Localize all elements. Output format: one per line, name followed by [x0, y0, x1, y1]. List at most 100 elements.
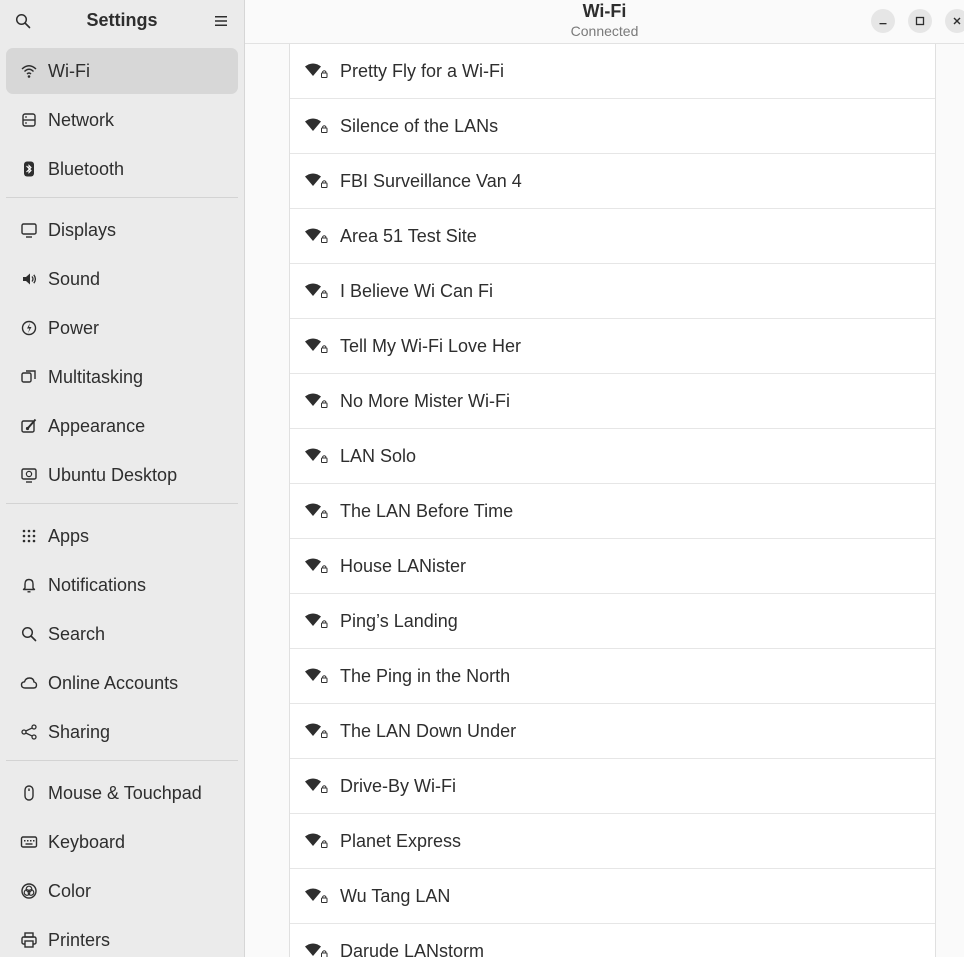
multitasking-icon: [20, 368, 38, 386]
sidebar-item-label: Keyboard: [48, 831, 126, 852]
wifi-secure-signal-icon: [304, 942, 330, 957]
wifi-network-row[interactable]: The LAN Before Time: [290, 484, 935, 539]
close-icon: [953, 17, 961, 25]
wifi-network-name: Darude LANstorm: [340, 940, 485, 957]
sidebar-item-label: Color: [48, 880, 92, 901]
wifi-network-row[interactable]: FBI Surveillance Van 4: [290, 154, 935, 209]
wifi-secure-signal-icon: [304, 722, 330, 740]
wifi-secure-signal-icon: [304, 557, 330, 575]
sidebar-item-color[interactable]: Color: [6, 868, 238, 914]
page-title: Wi-Fi: [582, 1, 627, 21]
wifi-network-row[interactable]: LAN Solo: [290, 429, 935, 484]
sidebar-header: Settings: [0, 0, 244, 40]
wifi-network-name: Drive-By Wi-Fi: [340, 775, 456, 796]
wifi-network-row[interactable]: Planet Express: [290, 814, 935, 869]
apps-icon: [20, 527, 38, 545]
wifi-network-row[interactable]: I Believe Wi Can Fi: [290, 264, 935, 319]
sidebar-item-label: Appearance: [48, 415, 146, 436]
wifi-network-row[interactable]: Wu Tang LAN: [290, 869, 935, 924]
sidebar-item-sound[interactable]: Sound: [6, 256, 238, 302]
wifi-network-row[interactable]: Ping’s Landing: [290, 594, 935, 649]
main-panel: Wi-Fi Connected Pretty Fly for a Wi-Fi S…: [245, 0, 964, 957]
mouse-icon: [20, 784, 38, 802]
sidebar-item-apps[interactable]: Apps: [6, 513, 238, 559]
sidebar-separator: [6, 503, 238, 504]
wifi-network-row[interactable]: No More Mister Wi-Fi: [290, 374, 935, 429]
sidebar-separator: [6, 197, 238, 198]
sidebar-item-keyboard[interactable]: Keyboard: [6, 819, 238, 865]
share-icon: [20, 723, 38, 741]
sidebar-item-label: Network: [48, 109, 115, 130]
wifi-network-row[interactable]: Area 51 Test Site: [290, 209, 935, 264]
sidebar-item-multitasking[interactable]: Multitasking: [6, 354, 238, 400]
sidebar-item-bluetooth[interactable]: Bluetooth: [6, 146, 238, 192]
wifi-network-row[interactable]: Tell My Wi-Fi Love Her: [290, 319, 935, 374]
wifi-network-name: I Believe Wi Can Fi: [340, 280, 494, 301]
sidebar-item-search[interactable]: Search: [6, 611, 238, 657]
appearance-icon: [20, 417, 38, 435]
sidebar-item-network[interactable]: Network: [6, 97, 238, 143]
sidebar-item-appearance[interactable]: Appearance: [6, 403, 238, 449]
sidebar-item-label: Online Accounts: [48, 672, 179, 693]
sidebar-item-label: Printers: [48, 929, 111, 950]
wifi-secure-signal-icon: [304, 392, 330, 410]
wifi-secure-signal-icon: [304, 612, 330, 630]
minimize-button[interactable]: [871, 9, 895, 33]
sidebar-item-wi-fi[interactable]: Wi-Fi: [6, 48, 238, 94]
sound-icon: [20, 270, 38, 288]
hamburger-menu-icon: [215, 16, 227, 26]
wifi-network-name: House LANister: [340, 555, 467, 576]
sidebar-item-mouse-and-touchpad[interactable]: Mouse & Touchpad: [6, 770, 238, 816]
wifi-secure-signal-icon: [304, 447, 330, 465]
wifi-network-row[interactable]: House LANister: [290, 539, 935, 594]
ubuntu-desktop-icon: [20, 466, 38, 484]
wifi-network-name: The LAN Before Time: [340, 500, 514, 521]
wifi-network-name: Wu Tang LAN: [340, 885, 451, 906]
sidebar-item-online-accounts[interactable]: Online Accounts: [6, 660, 238, 706]
header-bar: Wi-Fi Connected: [245, 0, 964, 44]
sidebar-item-label: Power: [48, 317, 100, 338]
sidebar-item-notifications[interactable]: Notifications: [6, 562, 238, 608]
wifi-network-name: No More Mister Wi-Fi: [340, 390, 510, 411]
main-menu-button[interactable]: [210, 10, 232, 32]
page-subtitle: Connected: [570, 23, 639, 39]
sidebar-item-printers[interactable]: Printers: [6, 917, 238, 957]
display-icon: [20, 221, 38, 239]
sidebar-item-label: Notifications: [48, 574, 147, 595]
color-icon: [20, 882, 38, 900]
maximize-icon: [915, 16, 925, 26]
sidebar-item-sharing[interactable]: Sharing: [6, 709, 238, 755]
wifi-network-name: Silence of the LANs: [340, 115, 499, 136]
sidebar-item-displays[interactable]: Displays: [6, 207, 238, 253]
wifi-network-row[interactable]: Pretty Fly for a Wi-Fi: [290, 44, 935, 99]
wifi-network-row[interactable]: Darude LANstorm: [290, 924, 935, 957]
minimize-icon: [879, 23, 887, 25]
wifi-secure-signal-icon: [304, 777, 330, 795]
wifi-icon: [20, 62, 38, 80]
sidebar-item-power[interactable]: Power: [6, 305, 238, 351]
wifi-network-row[interactable]: The LAN Down Under: [290, 704, 935, 759]
wifi-network-row[interactable]: The Ping in the North: [290, 649, 935, 704]
wifi-network-row[interactable]: Silence of the LANs: [290, 99, 935, 154]
wifi-network-name: LAN Solo: [340, 445, 417, 466]
bell-icon: [20, 576, 38, 594]
wifi-secure-signal-icon: [304, 282, 330, 300]
sidebar-item-label: Multitasking: [48, 366, 144, 387]
close-button[interactable]: [945, 9, 964, 33]
wifi-secure-signal-icon: [304, 172, 330, 190]
sidebar-item-label: Wi-Fi: [48, 60, 90, 81]
sidebar-item-label: Ubuntu Desktop: [48, 464, 178, 485]
sidebar-item-label: Mouse & Touchpad: [48, 782, 202, 803]
sidebar: Settings Wi-Fi Network Bluetooth Displays So…: [0, 0, 245, 957]
wifi-network-row[interactable]: Drive-By Wi-Fi: [290, 759, 935, 814]
search-icon: [20, 625, 38, 643]
power-icon: [20, 319, 38, 337]
sidebar-item-ubuntu-desktop[interactable]: Ubuntu Desktop: [6, 452, 238, 498]
search-button[interactable]: [12, 10, 34, 32]
wifi-secure-signal-icon: [304, 62, 330, 80]
sidebar-item-label: Sound: [48, 268, 101, 289]
maximize-button[interactable]: [908, 9, 932, 33]
wifi-network-name: Planet Express: [340, 830, 462, 851]
cloud-icon: [20, 674, 38, 692]
sidebar-separator: [6, 760, 238, 761]
